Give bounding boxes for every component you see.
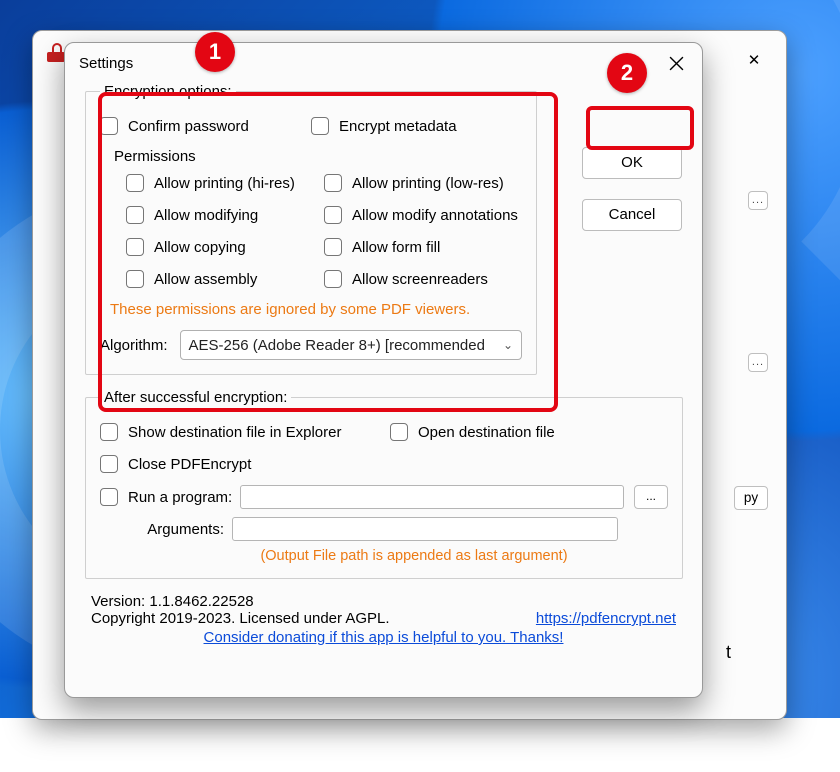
- encrypt-metadata-checkbox[interactable]: [311, 117, 329, 135]
- bg-browse-button[interactable]: ...: [748, 191, 768, 210]
- close-button[interactable]: [656, 45, 696, 81]
- show-destination-label: Show destination file in Explorer: [128, 424, 341, 441]
- allow-printing-hires-checkbox[interactable]: [126, 174, 144, 192]
- encryption-legend: Encryption options:: [100, 83, 236, 100]
- arguments-input[interactable]: [232, 517, 618, 541]
- bg-py-button[interactable]: py: [734, 486, 768, 510]
- open-destination-label: Open destination file: [418, 424, 555, 441]
- after-legend: After successful encryption:: [100, 389, 291, 406]
- site-link[interactable]: https://pdfencrypt.net: [536, 610, 676, 627]
- settings-dialog: Settings OK Cancel Encryption options: C…: [64, 42, 703, 698]
- after-encryption-group: After successful encryption: Show destin…: [85, 389, 683, 579]
- show-destination-checkbox[interactable]: [100, 423, 118, 441]
- permissions-note: These permissions are ignored by some PD…: [110, 301, 522, 318]
- run-program-checkbox[interactable]: [100, 488, 118, 506]
- parent-close-button[interactable]: ✕: [738, 44, 770, 76]
- allow-screenreaders-label: Allow screenreaders: [352, 271, 488, 288]
- allow-modifying-checkbox[interactable]: [126, 206, 144, 224]
- allow-modify-annotations-checkbox[interactable]: [324, 206, 342, 224]
- bg-letter: t: [726, 642, 731, 663]
- confirm-password-checkbox[interactable]: [100, 117, 118, 135]
- bg-browse-button[interactable]: ...: [748, 353, 768, 372]
- run-program-input[interactable]: [240, 485, 624, 509]
- ok-button[interactable]: OK: [582, 147, 682, 179]
- allow-printing-lowres-label: Allow printing (low-res): [352, 175, 504, 192]
- allow-printing-lowres-checkbox[interactable]: [324, 174, 342, 192]
- run-program-browse[interactable]: ...: [634, 485, 668, 509]
- allow-copying-label: Allow copying: [154, 239, 246, 256]
- allow-screenreaders-checkbox[interactable]: [324, 270, 342, 288]
- algorithm-label: Algorithm:: [100, 337, 168, 354]
- encryption-options-group: Encryption options: Confirm password Enc…: [85, 83, 537, 375]
- close-icon: [669, 56, 684, 71]
- allow-modifying-label: Allow modifying: [154, 207, 258, 224]
- allow-printing-hires-label: Allow printing (hi-res): [154, 175, 295, 192]
- cancel-button[interactable]: Cancel: [582, 199, 682, 231]
- arguments-label: Arguments:: [100, 521, 232, 538]
- allow-copying-checkbox[interactable]: [126, 238, 144, 256]
- allow-form-fill-checkbox[interactable]: [324, 238, 342, 256]
- allow-assembly-label: Allow assembly: [154, 271, 257, 288]
- chevron-down-icon: ⌄: [503, 338, 513, 352]
- allow-form-fill-label: Allow form fill: [352, 239, 440, 256]
- open-destination-checkbox[interactable]: [390, 423, 408, 441]
- close-pdfencrypt-checkbox[interactable]: [100, 455, 118, 473]
- algorithm-value: AES-256 (Adobe Reader 8+) [recommended: [189, 337, 485, 354]
- step-badge-2: 2: [607, 53, 647, 93]
- encrypt-metadata-label: Encrypt metadata: [339, 118, 457, 135]
- algorithm-select[interactable]: AES-256 (Adobe Reader 8+) [recommended ⌄: [180, 330, 522, 360]
- footer: Version: 1.1.8462.22528 Copyright 2019-2…: [85, 593, 682, 646]
- output-note: (Output File path is appended as last ar…: [100, 548, 668, 564]
- allow-modify-annotations-label: Allow modify annotations: [352, 207, 518, 224]
- copyright-text: Copyright 2019-2023. Licensed under AGPL…: [91, 610, 390, 627]
- run-program-label: Run a program:: [128, 489, 240, 506]
- allow-assembly-checkbox[interactable]: [126, 270, 144, 288]
- close-pdfencrypt-label: Close PDFEncrypt: [128, 456, 251, 473]
- donate-link[interactable]: Consider donating if this app is helpful…: [204, 629, 564, 646]
- confirm-password-label: Confirm password: [128, 118, 249, 135]
- close-icon: ✕: [748, 51, 761, 69]
- window-title: Settings: [79, 55, 133, 72]
- step-badge-1: 1: [195, 32, 235, 72]
- permissions-heading: Permissions: [114, 148, 522, 165]
- version-text: Version: 1.1.8462.22528: [91, 593, 676, 610]
